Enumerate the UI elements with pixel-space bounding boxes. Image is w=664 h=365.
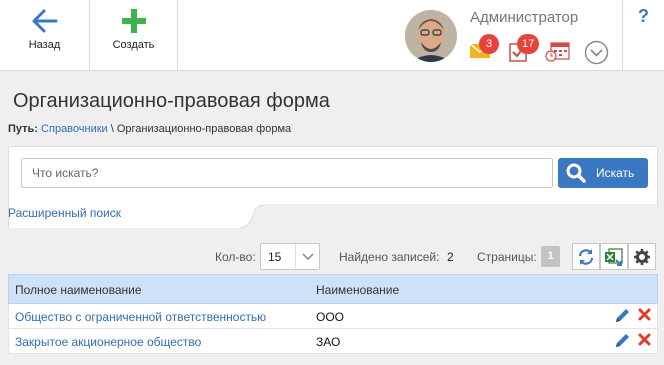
user-menu-dropdown[interactable] [584,40,609,70]
settings-button[interactable] [628,243,656,270]
table-row[interactable]: Общество с ограниченной ответственностью… [8,304,658,329]
tasks-count-badge: 17 [517,34,540,54]
create-label: Создать [112,39,155,51]
calendar-button[interactable] [545,41,571,68]
chevron-down-icon [301,252,314,260]
excel-export-icon [605,247,623,266]
help-button[interactable]: ? [622,0,664,71]
count-value: 15 [268,250,282,264]
page-number-1[interactable]: 1 [541,246,560,267]
close-icon[interactable] [638,333,651,346]
row-short-name: ЗАО [316,335,341,349]
breadcrumb-separator: \ [107,123,117,135]
export-excel-button[interactable] [600,243,628,270]
search-icon [566,163,586,183]
search-button-label: Искать [596,166,635,180]
pencil-icon[interactable] [615,333,630,348]
found-value: 2 [447,250,454,264]
search-panel: Искать Расширенный поиск [8,146,658,228]
row-full-name[interactable]: Закрытое акционерное общество [15,335,201,349]
row-short-name: ООО [316,310,345,324]
create-button[interactable]: Создать [90,0,178,71]
plus-icon [121,9,146,33]
column-header-full-name[interactable]: Полное наименование [15,283,142,297]
search-button[interactable]: Искать [558,158,648,188]
chevron-down-icon [584,40,609,65]
arrow-left-icon [32,9,57,33]
count-label: Кол-во: [215,250,256,264]
avatar[interactable] [405,10,457,62]
calendar-icon [545,42,570,62]
page-title: Организационно-правовая форма [13,90,330,112]
search-input[interactable] [21,158,553,188]
refresh-icon [578,248,594,265]
count-dropdown-arrow[interactable] [295,244,319,269]
breadcrumb-current: Организационно-правовая форма [116,123,292,135]
search-panel-edge [230,204,658,228]
back-label: Назад [28,39,61,51]
top-toolbar: Назад Создать Администратор 3 17 ? [0,0,664,71]
records-table: Полное наименование Наименование Обществ… [8,274,658,354]
count-select[interactable]: 15 [260,243,320,270]
found-label: Найдено записей: [339,250,440,264]
pencil-icon[interactable] [615,308,630,323]
list-controls: Кол-во: 15 Найдено записей: 2 Страницы: … [0,243,664,270]
breadcrumb-prefix: Путь: [8,123,38,135]
breadcrumb: Путь: Справочники \ Организационно-право… [8,123,291,135]
user-name[interactable]: Администратор [470,9,578,26]
close-icon[interactable] [638,308,651,321]
advanced-search-link[interactable]: Расширенный поиск [8,206,121,220]
mail-count-badge: 3 [479,34,499,54]
pages-label: Страницы: [477,250,537,264]
column-header-name[interactable]: Наименование [316,283,399,297]
refresh-button[interactable] [572,243,600,270]
table-row[interactable]: Закрытое акционерное общество ЗАО [8,329,658,354]
breadcrumb-link-directories[interactable]: Справочники [41,123,108,135]
back-button[interactable]: Назад [0,0,90,71]
table-header: Полное наименование Наименование [8,274,658,304]
row-full-name[interactable]: Общество с ограниченной ответственностью [15,310,266,324]
user-photo [405,10,457,62]
gear-icon [634,248,650,265]
help-icon: ? [638,6,649,26]
